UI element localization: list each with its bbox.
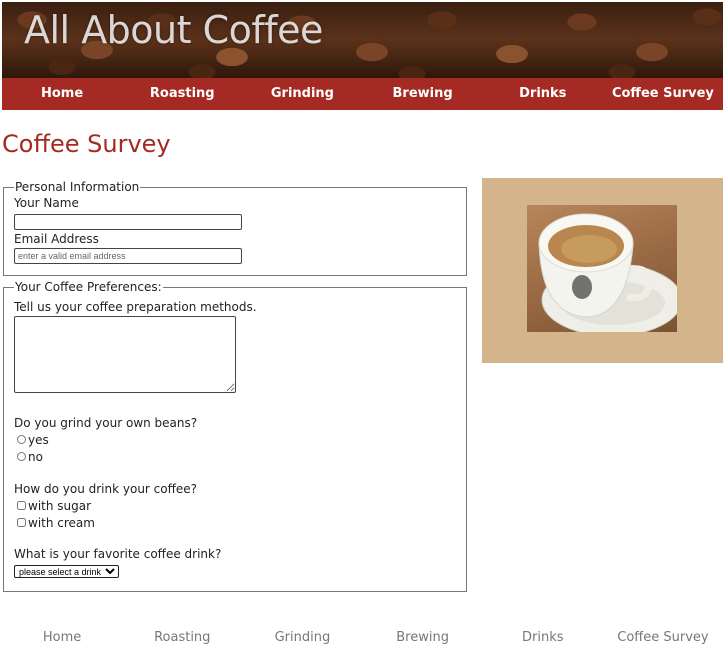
grind-question: Do you grind your own beans? <box>14 416 198 430</box>
methods-textarea[interactable] <box>14 316 236 393</box>
site-title: All About Coffee <box>24 8 323 52</box>
footer-nav-drinks[interactable]: Drinks <box>483 628 603 648</box>
drink-option-sugar: with sugar <box>14 497 456 514</box>
email-input[interactable] <box>14 248 242 264</box>
footer-nav-roasting[interactable]: Roasting <box>122 628 242 648</box>
footer-nav-grinding[interactable]: Grinding <box>242 628 362 648</box>
footer-nav-brewing[interactable]: Brewing <box>363 628 483 648</box>
grind-yes-label: yes <box>28 432 49 447</box>
sugar-label: with sugar <box>28 498 92 513</box>
espresso-cup-image <box>527 205 677 332</box>
nav-coffee-survey[interactable]: Coffee Survey <box>603 78 723 110</box>
personal-info-legend: Personal Information <box>15 180 140 194</box>
nav-home[interactable]: Home <box>2 78 122 110</box>
nav-drinks[interactable]: Drinks <box>483 78 603 110</box>
nav-brewing[interactable]: Brewing <box>363 78 483 110</box>
footer-nav: Home Roasting Grinding Brewing Drinks Co… <box>2 628 723 648</box>
main-nav: Home Roasting Grinding Brewing Drinks Co… <box>2 78 723 110</box>
photo-panel <box>482 178 723 363</box>
footer-nav-home[interactable]: Home <box>2 628 122 648</box>
grind-no-radio[interactable] <box>17 452 26 461</box>
name-label: Your Name <box>14 196 79 210</box>
footer-nav-coffee-survey[interactable]: Coffee Survey <box>603 628 723 648</box>
name-input[interactable] <box>14 214 242 230</box>
favorite-question: What is your favorite coffee drink? <box>14 547 222 561</box>
sugar-checkbox[interactable] <box>17 501 26 510</box>
nav-grinding[interactable]: Grinding <box>242 78 362 110</box>
drink-question: How do you drink your coffee? <box>14 482 198 496</box>
favorite-drink-select[interactable]: please select a drink <box>14 565 119 578</box>
methods-label: Tell us your coffee preparation methods. <box>14 300 257 314</box>
cream-checkbox[interactable] <box>17 518 26 527</box>
page-title: Coffee Survey <box>2 130 171 158</box>
header-banner: All About Coffee <box>2 2 723 78</box>
nav-roasting[interactable]: Roasting <box>122 78 242 110</box>
email-label: Email Address <box>14 232 99 246</box>
grind-option-no: no <box>14 448 456 465</box>
grind-yes-radio[interactable] <box>17 435 26 444</box>
personal-info-fieldset: Personal Information Your Name Email Add… <box>3 180 467 276</box>
espresso-cup-icon <box>538 213 677 332</box>
cream-label: with cream <box>28 515 95 530</box>
grind-option-yes: yes <box>14 431 456 448</box>
drink-option-cream: with cream <box>14 514 456 531</box>
coffee-preferences-fieldset: Your Coffee Preferences: Tell us your co… <box>3 280 467 592</box>
grind-no-label: no <box>28 449 43 464</box>
coffee-preferences-legend: Your Coffee Preferences: <box>15 280 162 294</box>
